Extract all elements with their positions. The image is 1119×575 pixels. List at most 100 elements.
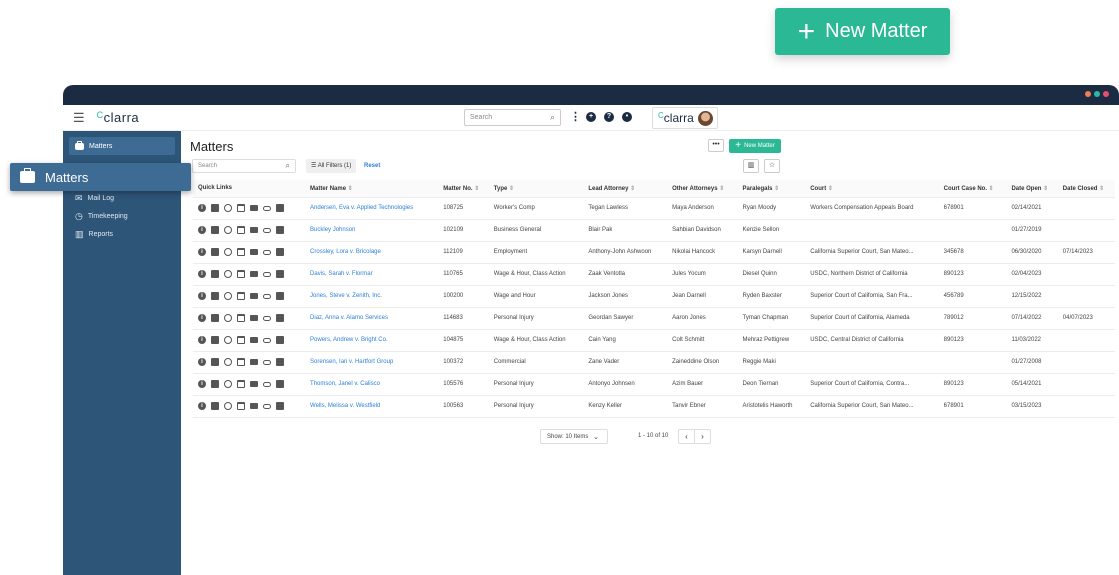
table-row[interactable]: i Jones, Steve v. Zenith, Inc. 100200 Wage … <box>193 284 1115 307</box>
contact-icon[interactable] <box>211 336 219 344</box>
info-icon[interactable]: i <box>198 270 206 278</box>
link-icon[interactable] <box>263 205 271 211</box>
contact-icon[interactable] <box>211 226 219 234</box>
sort-icon[interactable]: ⇕ <box>718 186 724 192</box>
link-icon[interactable] <box>263 359 271 365</box>
sidebar-item-timekeeping[interactable]: ◷ Timekeeping <box>63 207 181 225</box>
table-row[interactable]: i Crossley, Lora v. Bricolage 112109 Employ… <box>193 240 1115 263</box>
reset-filters-link[interactable]: Reset <box>364 163 380 169</box>
column-header-type[interactable]: Type ⇕ <box>488 180 584 197</box>
contact-icon[interactable] <box>211 314 219 322</box>
sidebar-item-matters[interactable]: Matters <box>69 137 175 155</box>
sidebar-item-mail-log[interactable]: ✉ Mail Log <box>63 189 181 207</box>
info-icon[interactable]: i <box>198 402 206 410</box>
kebab-menu-icon[interactable]: ⋮ <box>570 110 581 123</box>
next-page-button[interactable]: › <box>694 429 711 444</box>
user-avatar[interactable] <box>697 110 713 126</box>
column-header-date-closed[interactable]: Date Closed ⇕ <box>1057 180 1115 197</box>
report-icon[interactable] <box>276 314 284 322</box>
calendar-icon[interactable] <box>237 336 245 344</box>
app-logo[interactable]: Cclarra <box>97 110 140 125</box>
mail-icon[interactable] <box>250 293 258 299</box>
clock-icon[interactable] <box>224 248 232 256</box>
calendar-icon[interactable] <box>237 204 245 212</box>
contact-icon[interactable] <box>211 292 219 300</box>
table-row[interactable]: i Thomson, Janel v. Calisco 105576 Personal… <box>193 372 1115 395</box>
table-row[interactable]: i Andersen, Eva v. Applied Technologies 10… <box>193 196 1115 219</box>
sidebar-item-reports[interactable]: ▥ Reports <box>63 225 181 243</box>
account-menu[interactable]: Cclarra <box>652 107 718 129</box>
clock-icon[interactable] <box>224 336 232 344</box>
calendar-icon[interactable] <box>237 248 245 256</box>
more-options-button[interactable]: ••• <box>708 139 724 152</box>
report-icon[interactable] <box>276 358 284 366</box>
hamburger-menu-icon[interactable]: ☰ <box>73 110 85 126</box>
clock-icon[interactable] <box>224 380 232 388</box>
contact-icon[interactable] <box>211 402 219 410</box>
columns-button[interactable]: ▥ <box>743 159 759 173</box>
link-icon[interactable] <box>263 293 271 299</box>
mail-icon[interactable] <box>250 227 258 233</box>
window-dot-2[interactable] <box>1094 91 1100 97</box>
column-header-matter-no[interactable]: Matter No. ⇕ <box>438 180 489 197</box>
mail-icon[interactable] <box>250 249 258 255</box>
link-icon[interactable] <box>263 249 271 255</box>
clock-icon[interactable] <box>224 314 232 322</box>
report-icon[interactable] <box>276 380 284 388</box>
contact-icon[interactable] <box>211 380 219 388</box>
table-row[interactable]: i Powers, Andrew v. Bright Co. 104875 Wage … <box>193 328 1115 351</box>
favorite-button[interactable]: ☆ <box>764 159 780 173</box>
link-icon[interactable] <box>263 227 271 233</box>
calendar-icon[interactable] <box>237 292 245 300</box>
report-icon[interactable] <box>276 292 284 300</box>
report-icon[interactable] <box>276 402 284 410</box>
contact-icon[interactable] <box>211 248 219 256</box>
clock-icon[interactable] <box>224 270 232 278</box>
info-icon[interactable]: i <box>198 358 206 366</box>
sort-icon[interactable]: ⇕ <box>987 186 994 192</box>
column-header-matter-name[interactable]: Matter Name ⇕ <box>305 180 439 197</box>
previous-page-button[interactable]: ‹ <box>678 429 695 444</box>
sort-icon[interactable]: ⇕ <box>773 186 779 192</box>
contact-icon[interactable] <box>211 358 219 366</box>
info-icon[interactable]: i <box>198 204 206 212</box>
contact-icon[interactable] <box>211 270 219 278</box>
clock-icon[interactable] <box>224 292 232 300</box>
info-icon[interactable]: i <box>198 292 206 300</box>
clock-icon[interactable] <box>224 358 232 366</box>
info-icon[interactable]: i <box>198 226 206 234</box>
matter-name-cell[interactable]: Jones, Steve v. Zenith, Inc. <box>305 284 439 307</box>
sort-icon[interactable]: ⇕ <box>1041 186 1048 192</box>
matters-search-input[interactable]: Search ⌕ <box>192 159 296 173</box>
link-icon[interactable] <box>263 381 271 387</box>
calendar-icon[interactable] <box>237 226 245 234</box>
global-search-input[interactable]: Search ⌕ <box>464 109 561 126</box>
calendar-icon[interactable] <box>237 380 245 388</box>
column-header-court-case-no[interactable]: Court Case No. ⇕ <box>938 180 1007 197</box>
matter-name-cell[interactable]: Wells, Melissa v. Westfield <box>305 394 439 418</box>
sort-icon[interactable]: ⇕ <box>473 186 479 192</box>
info-icon[interactable]: i <box>198 248 206 256</box>
sort-icon[interactable]: ⇕ <box>507 186 514 192</box>
calendar-icon[interactable] <box>237 270 245 278</box>
report-icon[interactable] <box>276 204 284 212</box>
notification-bell-icon[interactable]: • <box>622 112 632 122</box>
link-icon[interactable] <box>263 337 271 343</box>
add-icon[interactable]: + <box>586 112 596 122</box>
window-dot-3[interactable] <box>1103 91 1109 97</box>
info-icon[interactable]: i <box>198 336 206 344</box>
info-icon[interactable]: i <box>198 314 206 322</box>
report-icon[interactable] <box>276 336 284 344</box>
column-header-date-open[interactable]: Date Open ⇕ <box>1006 180 1058 197</box>
matter-name-cell[interactable]: Buckley Johnson <box>305 218 439 241</box>
matter-name-cell[interactable]: Crossley, Lora v. Bricolage <box>305 240 439 263</box>
calendar-icon[interactable] <box>237 358 245 366</box>
help-icon[interactable]: ? <box>604 112 614 122</box>
mail-icon[interactable] <box>250 403 258 409</box>
sort-icon[interactable]: ⇕ <box>346 186 353 192</box>
report-icon[interactable] <box>276 270 284 278</box>
matter-name-cell[interactable]: Davis, Sarah v. Flormar <box>305 262 439 285</box>
table-row[interactable]: i Davis, Sarah v. Flormar 110765 Wage & Hou… <box>193 262 1115 285</box>
table-row[interactable]: i Diaz, Anna v. Alamo Services 114683 Perso… <box>193 306 1115 329</box>
link-icon[interactable] <box>263 315 271 321</box>
